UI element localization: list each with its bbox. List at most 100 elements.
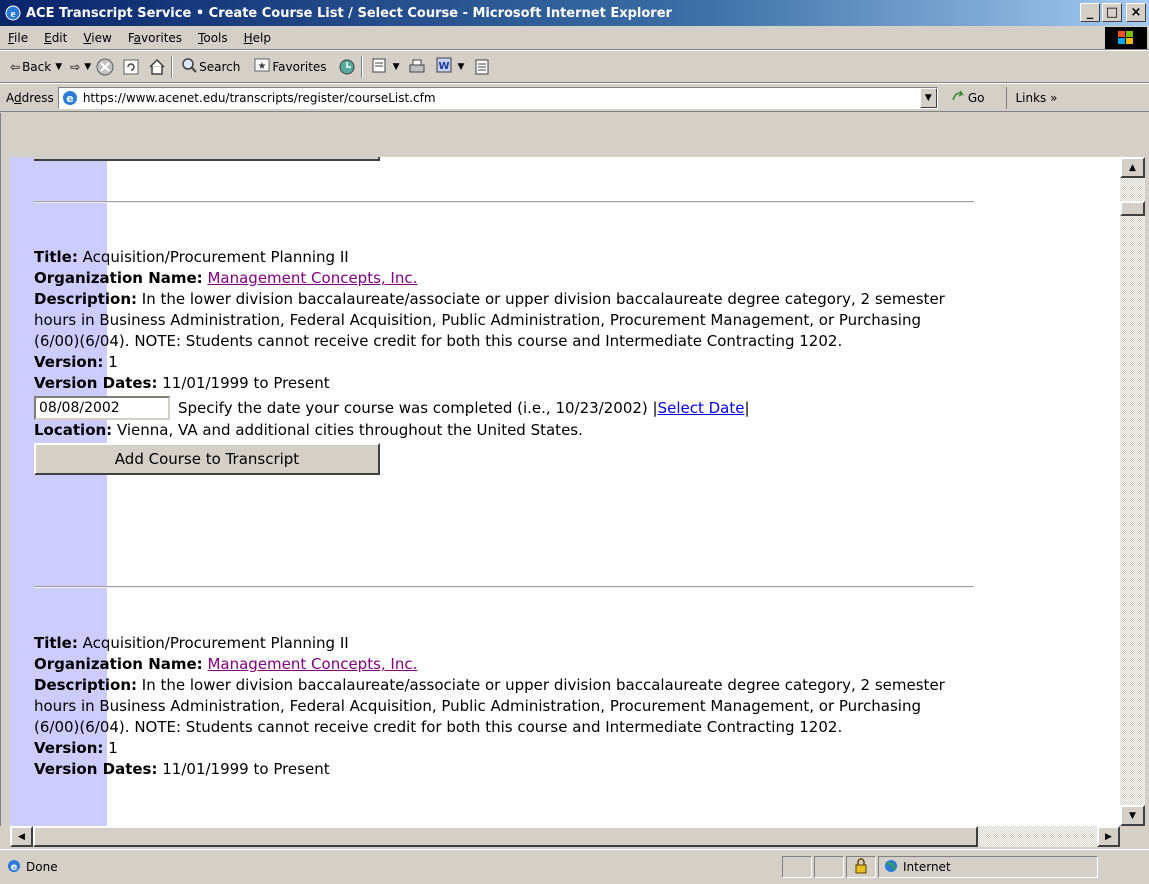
divider: [34, 201, 974, 203]
address-dropdown-icon[interactable]: ▼: [919, 87, 937, 108]
status-panel: [814, 856, 844, 878]
description-line: Description: In the lower division bacca…: [34, 289, 964, 352]
menu-edit[interactable]: Edit: [36, 31, 75, 45]
location-line: Location: Vienna, VA and additional citi…: [34, 420, 964, 441]
version-line: Version: 1: [34, 738, 964, 759]
date-hint-end: |: [744, 398, 750, 417]
version-value: 1: [108, 739, 118, 757]
completion-date-input[interactable]: [34, 396, 170, 420]
history-icon[interactable]: [337, 57, 357, 77]
divider: [34, 586, 974, 588]
internet-globe-icon: [883, 858, 899, 877]
maximize-button[interactable]: □: [1102, 3, 1122, 22]
org-label: Organization Name:: [34, 269, 203, 287]
back-label: Back: [22, 59, 52, 74]
version-dates-label: Version Dates:: [34, 374, 158, 392]
course-record: Title: Acquisition/Procurement Planning …: [34, 247, 964, 475]
links-button[interactable]: Links »: [1006, 86, 1057, 109]
mail-icon: [371, 56, 389, 77]
version-label: Version:: [34, 353, 104, 371]
vertical-scroll-thumb[interactable]: [1120, 201, 1145, 216]
scroll-up-button[interactable]: ▲: [1120, 157, 1145, 178]
search-button[interactable]: Search: [177, 57, 244, 76]
version-value: 1: [108, 353, 118, 371]
address-label: Address: [6, 90, 54, 105]
menu-favorites[interactable]: Favorites: [120, 31, 190, 45]
title-bar: e ACE Transcript Service • Create Course…: [0, 0, 1149, 26]
course-title-line: Title: Acquisition/Procurement Planning …: [34, 247, 964, 268]
word-icon: W: [435, 56, 453, 77]
stop-icon[interactable]: [95, 57, 115, 77]
status-panel: [782, 856, 812, 878]
org-link[interactable]: Management Concepts, Inc.: [207, 655, 417, 673]
scroll-down-button[interactable]: ▼: [1120, 805, 1145, 826]
mail-dropdown-icon[interactable]: ▼: [393, 62, 400, 72]
version-dates-line: Version Dates: 11/01/1999 to Present: [34, 759, 964, 780]
minimize-icon: _: [1086, 5, 1094, 20]
vertical-scrollbar[interactable]: ▲ ▼: [1120, 157, 1145, 826]
menu-file[interactable]: File: [0, 31, 36, 45]
forward-button[interactable]: ⇨ ▼: [66, 60, 95, 74]
select-date-link[interactable]: Select Date: [658, 398, 745, 419]
lock-panel: [846, 856, 876, 878]
go-label: Go: [967, 90, 985, 105]
edit-word-button[interactable]: W ▼: [431, 56, 468, 77]
description-label: Description:: [34, 676, 138, 694]
completion-date-row: Specify the date your course was complet…: [34, 396, 964, 420]
previous-add-button-edge[interactable]: [34, 157, 380, 161]
scroll-left-icon: ◀: [18, 831, 25, 842]
back-arrow-icon: ⇦: [10, 59, 21, 74]
menu-help[interactable]: Help: [236, 31, 279, 45]
close-icon: ×: [1130, 5, 1142, 20]
description-text: In the lower division baccalaureate/asso…: [34, 290, 945, 350]
address-input[interactable]: e https://www.acenet.edu/transcripts/reg…: [57, 86, 938, 109]
close-button[interactable]: ×: [1126, 3, 1146, 22]
scroll-right-icon: ▶: [1105, 831, 1112, 842]
add-course-button[interactable]: Add Course to Transcript: [34, 443, 380, 475]
minimize-button[interactable]: _: [1080, 3, 1100, 22]
go-button[interactable]: Go: [950, 88, 985, 107]
horizontal-scrollbar[interactable]: ◀ ▶: [10, 826, 1120, 847]
maximize-icon: □: [1105, 5, 1119, 20]
location-value: Vienna, VA and additional cities through…: [116, 421, 583, 439]
toolbar-separator: [360, 55, 363, 78]
back-dropdown-icon[interactable]: ▼: [55, 62, 62, 72]
version-dates-line: Version Dates: 11/01/1999 to Present: [34, 373, 964, 394]
ie-app-icon: e: [4, 4, 22, 22]
menu-view[interactable]: View: [75, 31, 119, 45]
date-hint: Specify the date your course was complet…: [178, 398, 658, 417]
lock-icon: [854, 857, 868, 877]
zone-panel: Internet: [878, 856, 1098, 878]
add-course-label: Add Course to Transcript: [114, 449, 300, 468]
refresh-icon[interactable]: [121, 57, 141, 77]
home-icon[interactable]: [147, 57, 167, 77]
scroll-left-button[interactable]: ◀: [10, 826, 33, 847]
back-button[interactable]: ⇦ Back ▼: [6, 60, 66, 74]
version-dates-value: 11/01/1999 to Present: [162, 760, 330, 778]
scroll-right-button[interactable]: ▶: [1097, 826, 1120, 847]
edit-dropdown-icon[interactable]: ▼: [457, 62, 464, 72]
favorites-button[interactable]: ★ Favorites: [250, 57, 330, 76]
mail-button[interactable]: ▼: [367, 56, 404, 77]
title-label: Title:: [34, 634, 78, 652]
svg-text:W: W: [439, 61, 450, 72]
favorites-label: Favorites: [272, 59, 327, 74]
discuss-icon[interactable]: [472, 57, 492, 77]
svg-text:e: e: [66, 92, 73, 105]
window-title: ACE Transcript Service • Create Course L…: [26, 5, 672, 21]
forward-arrow-icon: ⇨: [70, 59, 81, 74]
description-text: In the lower division baccalaureate/asso…: [34, 676, 945, 736]
menu-tools[interactable]: Tools: [190, 31, 236, 45]
status-text: Done: [26, 860, 58, 874]
version-line: Version: 1: [34, 352, 964, 373]
org-link[interactable]: Management Concepts, Inc.: [207, 269, 417, 287]
toolbar-separator: [171, 55, 174, 78]
svg-text:e: e: [11, 862, 18, 873]
course-record: Title: Acquisition/Procurement Planning …: [34, 633, 964, 780]
location-label: Location:: [34, 421, 113, 439]
title-label: Title:: [34, 248, 78, 266]
description-line: Description: In the lower division bacca…: [34, 675, 964, 738]
forward-dropdown-icon[interactable]: ▼: [84, 62, 91, 72]
print-icon[interactable]: [407, 57, 427, 77]
horizontal-scroll-thumb[interactable]: [33, 826, 978, 847]
